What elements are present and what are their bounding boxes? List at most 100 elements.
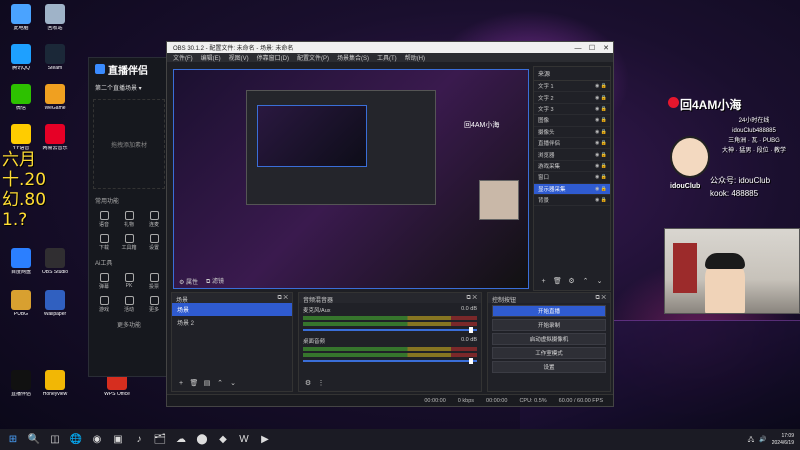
tool-button[interactable]: 礼物 <box>118 210 140 230</box>
visibility-eye-icon[interactable]: ◉ 🔒 <box>595 186 607 192</box>
scene-item[interactable]: 场景 2 <box>172 316 292 329</box>
menu-item[interactable]: 停靠窗口(D) <box>257 53 289 62</box>
move-up-button[interactable]: ⌃ <box>580 276 591 287</box>
control-button[interactable]: 开始录制 <box>492 319 606 331</box>
taskbar-app-icon[interactable]: ▣ <box>110 432 126 448</box>
close-button[interactable]: ✕ <box>599 44 613 52</box>
scene-filter-button[interactable]: ▤ <box>202 379 212 389</box>
audio-mixer-panel[interactable]: 音频混音器 ⧉ ✕ 麦克风/Aux 0.0 dB 桌面音频 0.0 dB ⚙ ⋮ <box>298 292 482 392</box>
mixer-menu-icon[interactable]: ⋮ <box>316 379 326 389</box>
visibility-eye-icon[interactable]: ◉ 🔒 <box>595 95 607 101</box>
control-button[interactable]: 启动虚拟摄像机 <box>492 333 606 345</box>
scene-up-button[interactable]: ⌃ <box>215 379 225 389</box>
obs-window[interactable]: OBS 30.1.2 - 配置文件: 未命名 - 场景: 未命名 — ☐ ✕ 文件(… <box>166 41 614 407</box>
volume-icon[interactable]: 🔊 <box>759 436 766 443</box>
menu-item[interactable]: 视图(V) <box>229 53 249 62</box>
app-button[interactable]: PK <box>118 272 140 292</box>
source-item[interactable]: 文字 3 ◉ 🔒 <box>534 104 610 116</box>
desktop-icon[interactable]: WeGame <box>38 84 72 122</box>
menu-item[interactable]: 帮助(H) <box>405 53 425 62</box>
add-scene-button[interactable]: + <box>176 379 186 389</box>
source-item[interactable]: 显示器采集 ◉ 🔒 <box>534 183 610 195</box>
source-item[interactable]: 直播伴侣 ◉ 🔒 <box>534 138 610 150</box>
desktop-icon[interactable]: OBS Studio <box>38 248 72 286</box>
desktop-icon[interactable]: Steam <box>38 44 72 82</box>
remove-source-button[interactable]: 🗑 <box>552 276 563 287</box>
move-down-button[interactable]: ⌄ <box>594 276 605 287</box>
source-item[interactable]: 文字 2 ◉ 🔒 <box>534 92 610 104</box>
scenes-panel[interactable]: 场景 ⧉ ✕ 场景 场景 2 + 🗑 ▤ ⌃ ⌄ <box>171 292 293 392</box>
taskbar-app-icon[interactable]: ⬤ <box>194 432 210 448</box>
source-item[interactable]: 背景 ◉ 🔒 <box>534 195 610 207</box>
more-functions-link[interactable]: 更多功能 <box>89 317 169 332</box>
visibility-eye-icon[interactable]: ◉ 🔒 <box>595 83 607 89</box>
minimize-button[interactable]: — <box>571 45 585 52</box>
taskbar-app-icon[interactable]: ◉ <box>89 432 105 448</box>
desktop-icon[interactable]: 此电脑 <box>4 4 38 42</box>
app-button[interactable]: 弹幕 <box>93 272 115 292</box>
add-source-button[interactable]: + <box>538 276 549 287</box>
menu-item[interactable]: 工具(T) <box>377 53 397 62</box>
visibility-eye-icon[interactable]: ◉ 🔒 <box>595 140 607 146</box>
taskbar-app-icon[interactable]: ◆ <box>215 432 231 448</box>
visibility-eye-icon[interactable]: ◉ 🔒 <box>595 117 607 123</box>
source-item[interactable]: 图像 ◉ 🔒 <box>534 115 610 127</box>
preview-tool-button[interactable]: ⧉ 滤镜 <box>206 276 224 286</box>
app-button[interactable]: 投票 <box>143 272 165 292</box>
menu-item[interactable]: 场景集合(S) <box>337 53 369 62</box>
maximize-button[interactable]: ☐ <box>585 44 599 52</box>
visibility-eye-icon[interactable]: ◉ 🔒 <box>595 163 607 169</box>
start-button[interactable]: ⊞ <box>5 432 21 448</box>
desktop-icon[interactable]: 回收站 <box>38 4 72 42</box>
taskbar-app-icon[interactable]: ▶ <box>257 432 273 448</box>
obs-titlebar[interactable]: OBS 30.1.2 - 配置文件: 未命名 - 场景: 未命名 — ☐ ✕ <box>167 42 613 53</box>
desktop-icon[interactable]: Honeyview <box>38 370 72 408</box>
remove-scene-button[interactable]: 🗑 <box>189 379 199 389</box>
desktop-icon[interactable]: Wallpaper <box>38 290 72 328</box>
desktop-icon[interactable]: 直播伴侣 <box>4 370 38 408</box>
network-icon[interactable]: 🖧 <box>748 435 755 445</box>
taskbar-app-icon[interactable]: 🌐 <box>68 432 84 448</box>
source-item[interactable]: 窗口 ◉ 🔒 <box>534 172 610 184</box>
tool-button[interactable]: 语音 <box>93 210 115 230</box>
taskbar-app-icon[interactable]: ♪ <box>131 432 147 448</box>
control-button[interactable]: 设置 <box>492 361 606 373</box>
source-item[interactable]: 游戏采集 ◉ 🔒 <box>534 161 610 173</box>
taskbar-app-icon[interactable]: ◫ <box>47 432 63 448</box>
source-settings-button[interactable]: ⚙ <box>566 276 577 287</box>
preview-tool-button[interactable]: ⚙ 属性 <box>179 277 198 286</box>
source-item[interactable]: 浏览器 ◉ 🔒 <box>534 149 610 161</box>
scene-down-button[interactable]: ⌄ <box>228 379 238 389</box>
volume-slider[interactable] <box>303 358 477 364</box>
visibility-eye-icon[interactable]: ◉ 🔒 <box>595 129 607 135</box>
visibility-eye-icon[interactable]: ◉ 🔒 <box>595 174 607 180</box>
tool-button[interactable]: 工具箱 <box>118 233 140 253</box>
source-item[interactable]: 文字 1 ◉ 🔒 <box>534 81 610 93</box>
menu-item[interactable]: 编辑(E) <box>201 53 221 62</box>
control-button[interactable]: 工作室模式 <box>492 347 606 359</box>
app-button[interactable]: 活动 <box>118 295 140 315</box>
mixer-settings-icon[interactable]: ⚙ <box>303 379 313 389</box>
tool-button[interactable]: 设置 <box>143 233 165 253</box>
companion-app[interactable]: 直播伴侣 第二个直播场景 ▾ 拖拽添加素材 常用功能 语音 礼物 连麦 下载 工具箱 设置… <box>88 57 170 377</box>
visibility-eye-icon[interactable]: ◉ 🔒 <box>595 152 607 158</box>
sources-dock[interactable]: 来源 文字 1 ◉ 🔒 文字 2 ◉ 🔒 文字 3 ◉ 🔒 图像 ◉ 🔒 摄像头 ◉ 🔒 直播伴侣 ◉… <box>533 66 611 291</box>
controls-panel[interactable]: 控制按钮 ⧉ ✕ 开始直播 开始录制 启动虚拟摄像机 工作室模式 设置 <box>487 292 611 392</box>
material-drop-area[interactable]: 拖拽添加素材 <box>93 99 165 189</box>
desktop-icon[interactable]: 百度网盘 <box>4 248 38 286</box>
app-button[interactable]: 更多 <box>143 295 165 315</box>
taskbar-app-icon[interactable]: 🔍 <box>26 432 42 448</box>
taskbar-app-icon[interactable]: W <box>236 432 252 448</box>
volume-slider[interactable] <box>303 327 477 333</box>
scene-selector[interactable]: 第二个直播场景 ▾ <box>89 80 169 95</box>
taskbar-clock[interactable]: 17:09 2024/6/19 <box>772 433 794 447</box>
tool-button[interactable]: 连麦 <box>143 210 165 230</box>
visibility-eye-icon[interactable]: ◉ 🔒 <box>595 197 607 203</box>
app-button[interactable]: 游戏 <box>93 295 115 315</box>
taskbar-app-icon[interactable]: ☁ <box>173 432 189 448</box>
control-button[interactable]: 开始直播 <box>492 305 606 317</box>
desktop-icon[interactable]: 腾讯QQ <box>4 44 38 82</box>
visibility-eye-icon[interactable]: ◉ 🔒 <box>595 106 607 112</box>
tool-button[interactable]: 下载 <box>93 233 115 253</box>
scene-item[interactable]: 场景 <box>172 303 292 316</box>
